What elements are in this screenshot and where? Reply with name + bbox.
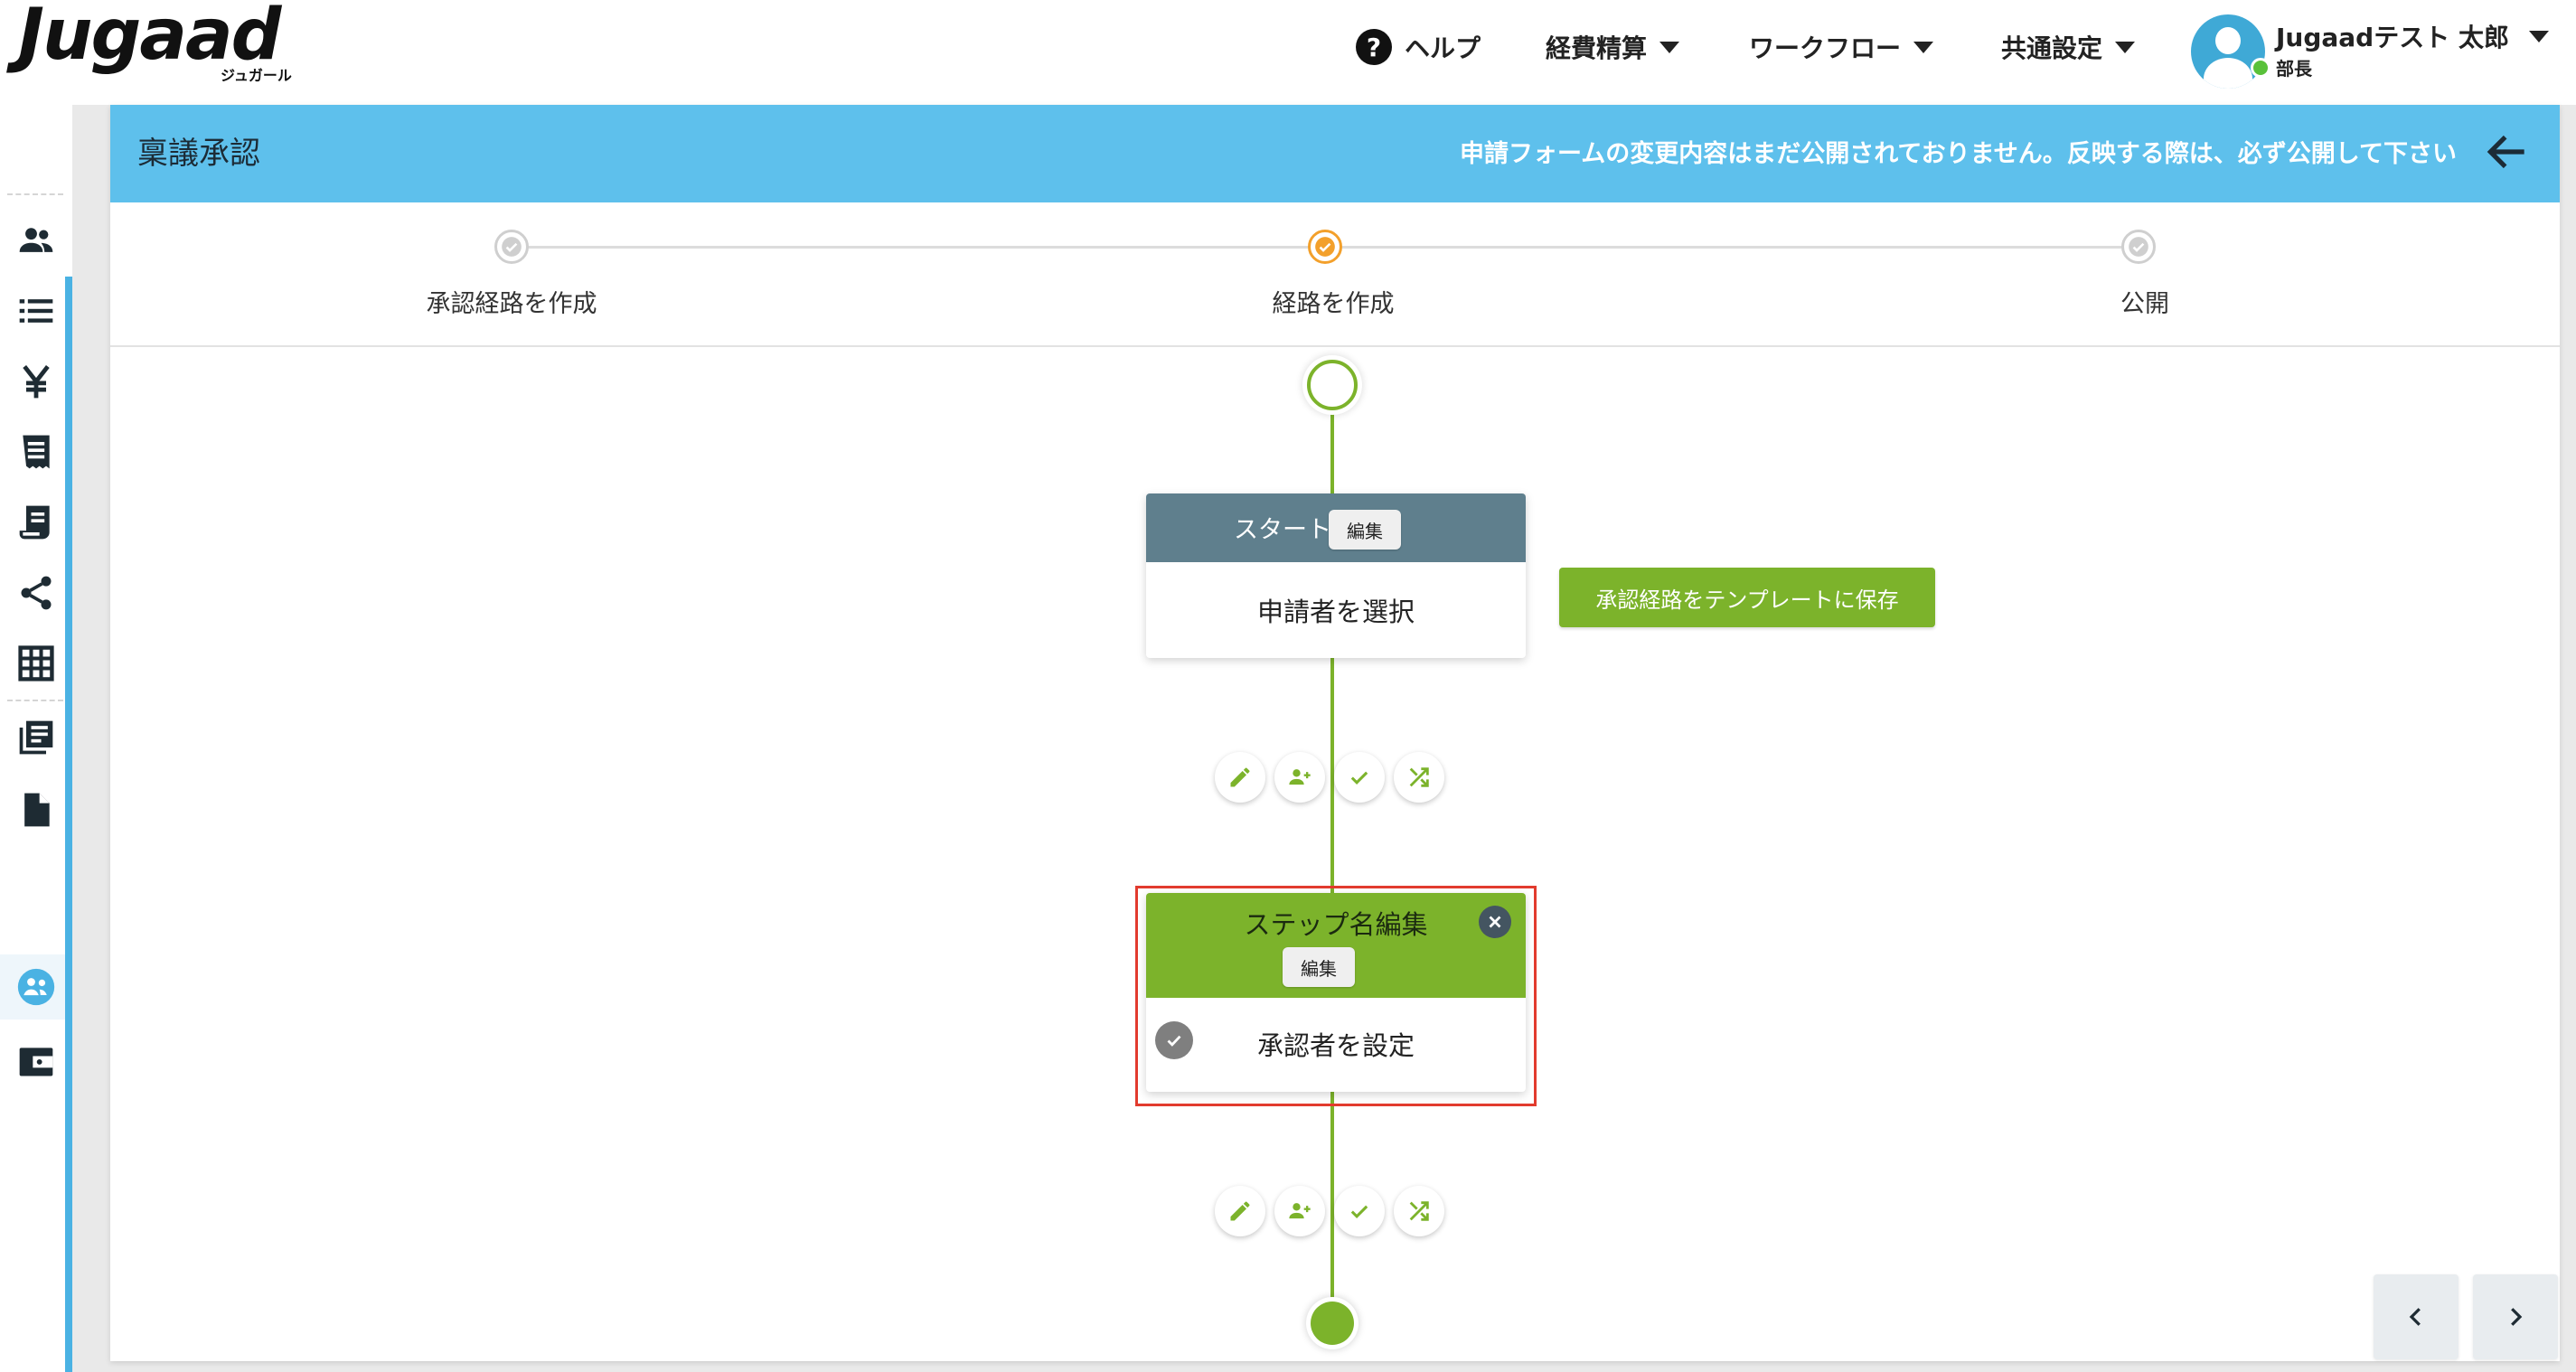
back-arrow-icon[interactable] — [2482, 127, 2533, 177]
chevron-right-icon — [2511, 1308, 2523, 1326]
step-action-row — [1215, 1186, 1444, 1236]
save-as-template-button[interactable]: 承認経路をテンプレートに保存 — [1559, 568, 1935, 627]
sidebar — [0, 105, 72, 1372]
document-icon — [24, 793, 50, 827]
flow-end-node — [1311, 1302, 1354, 1345]
chevron-down-icon — [1913, 41, 1934, 53]
sidebar-item-invoice[interactable] — [13, 499, 60, 546]
shuffle-icon — [1409, 1201, 1429, 1221]
add-approval-step-button[interactable] — [1334, 752, 1385, 803]
receipt-icon — [23, 435, 50, 469]
top-bar: Jugaad ジュガール ? ヘルプ 経費精算 ワークフロー 共通設定 Juga… — [0, 0, 2576, 105]
stepper-label-create-route: 承認経路を作成 — [426, 290, 597, 318]
sidebar-item-grid[interactable] — [13, 640, 60, 687]
chevron-down-icon — [1659, 41, 1680, 53]
check-icon — [1350, 1205, 1368, 1218]
library-icon — [19, 720, 53, 755]
sidebar-divider — [7, 700, 63, 701]
selected-step-highlight — [1135, 886, 1537, 1106]
chevron-left-icon — [2409, 1308, 2421, 1326]
avatar[interactable] — [2191, 14, 2265, 89]
sidebar-item-document[interactable] — [13, 786, 60, 833]
nav-common-settings[interactable]: 共通設定 — [2001, 22, 2136, 72]
wallet-icon — [19, 1048, 53, 1076]
step-action-row — [1215, 752, 1444, 803]
start-card-header: スタート 編集 — [1146, 493, 1526, 562]
stepper-label-publish: 公開 — [2120, 290, 2169, 318]
logo-subtext: ジュガール — [221, 67, 292, 84]
sidebar-item-receipt[interactable] — [13, 428, 60, 475]
progress-stepper: 承認経路を作成 経路を作成 公開 — [110, 202, 2560, 347]
pencil-icon — [1230, 767, 1250, 787]
app-logo[interactable]: Jugaad ジュガール — [18, 0, 298, 90]
list-icon — [19, 299, 53, 323]
avatar-body — [2204, 58, 2252, 89]
add-approver-button[interactable] — [1274, 752, 1325, 803]
share-icon — [21, 576, 52, 610]
grid-icon — [18, 645, 54, 681]
user-name: Jugaadテスト 太郎 — [2276, 23, 2509, 52]
sidebar-item-wallet[interactable] — [13, 1038, 60, 1085]
add-user-icon — [1289, 769, 1311, 785]
sidebar-item-share[interactable] — [13, 569, 60, 616]
sidebar-item-library[interactable] — [13, 714, 60, 761]
nav-help-label: ヘルプ — [1405, 33, 1481, 63]
edit-step-button[interactable] — [1215, 1186, 1265, 1236]
start-card-body: 申請者を選択 — [1256, 597, 1415, 627]
user-menu[interactable]: Jugaadテスト 太郎 — [2276, 18, 2549, 54]
stepper-label-build-route: 経路を作成 — [1272, 290, 1395, 318]
yen-icon — [23, 365, 50, 399]
user-role: 部長 — [2276, 58, 2312, 80]
add-branch-button[interactable] — [1394, 752, 1444, 803]
next-page-button[interactable] — [2473, 1274, 2558, 1359]
sidebar-item-expense[interactable] — [13, 358, 60, 405]
check-circle-icon — [1315, 237, 1335, 257]
chevron-down-icon — [2115, 41, 2136, 53]
start-card[interactable]: スタート 編集 申請者を選択 — [1146, 493, 1526, 658]
check-circle-icon — [502, 237, 522, 257]
sidebar-scroll-accent — [65, 277, 72, 1372]
add-approver-button[interactable] — [1274, 1186, 1325, 1236]
edit-step-button[interactable] — [1215, 752, 1265, 803]
add-branch-button[interactable] — [1394, 1186, 1444, 1236]
avatar-head — [2215, 27, 2241, 54]
nav-workflow-label: ワークフロー — [1749, 33, 1902, 63]
nav-expense[interactable]: 経費精算 — [1546, 22, 1680, 72]
sidebar-divider — [7, 193, 63, 195]
check-circle-icon — [2129, 237, 2148, 257]
start-card-edit-button[interactable]: 編集 — [1329, 510, 1401, 550]
check-icon — [1350, 771, 1368, 785]
page-title: 稟議承認 — [137, 136, 260, 172]
stepper-node-build-route[interactable] — [1308, 230, 1342, 264]
add-user-icon — [1289, 1203, 1311, 1219]
stepper-node-publish[interactable] — [2121, 230, 2156, 264]
start-card-title: スタート — [1234, 516, 1331, 544]
panel-header: 稟議承認 申請フォームの変更内容はまだ公開されておりません。反映する際は、必ず公… — [110, 105, 2560, 202]
nav-workflow[interactable]: ワークフロー — [1749, 22, 1934, 72]
users-icon — [19, 228, 53, 252]
nav-expense-label: 経費精算 — [1546, 33, 1648, 63]
shuffle-icon — [1409, 767, 1429, 787]
add-approval-step-button[interactable] — [1334, 1186, 1385, 1236]
nav-help[interactable]: ? ヘルプ — [1356, 22, 1481, 72]
sidebar-item-workflow[interactable] — [13, 963, 60, 1010]
sidebar-item-list[interactable] — [13, 287, 60, 334]
help-icon: ? — [1356, 29, 1392, 65]
pencil-icon — [1230, 1201, 1250, 1221]
stepper-node-create-route[interactable] — [494, 230, 529, 264]
invoice-icon — [19, 505, 50, 540]
previous-page-button[interactable] — [2374, 1274, 2458, 1359]
nav-common-settings-label: 共通設定 — [2001, 33, 2103, 63]
main-panel: 稟議承認 申請フォームの変更内容はまだ公開されておりません。反映する際は、必ず公… — [110, 105, 2560, 1361]
flow-start-node — [1307, 360, 1358, 410]
sidebar-item-users[interactable] — [13, 217, 60, 264]
chevron-down-icon — [2528, 30, 2549, 42]
online-status-dot — [2251, 58, 2270, 78]
unpublished-notice: 申請フォームの変更内容はまだ公開されておりません。反映する際は、必ず公開して下さ… — [1460, 140, 2457, 168]
workflow-icon — [17, 968, 55, 1006]
